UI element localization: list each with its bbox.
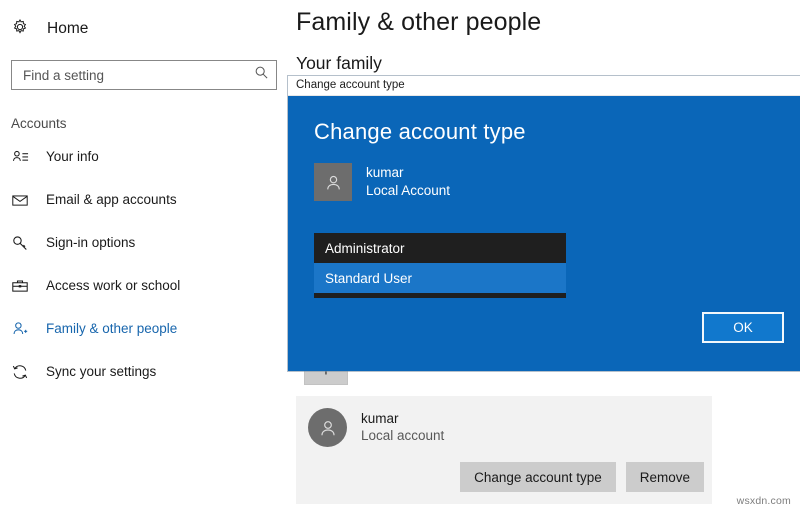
- sidebar-home-label: Home: [47, 20, 88, 38]
- user-card-name: kumar: [361, 411, 444, 427]
- settings-sidebar: Home Accounts Your info: [0, 0, 288, 512]
- sidebar-item-access-work-or-school[interactable]: Access work or school: [0, 269, 288, 303]
- change-account-type-dialog: Change account type Change account type …: [288, 76, 800, 371]
- sidebar-item-your-info[interactable]: Your info: [0, 140, 288, 174]
- remove-account-button[interactable]: Remove: [626, 462, 704, 492]
- sidebar-item-family-other-people[interactable]: Family & other people: [0, 312, 288, 346]
- person-avatar-icon: [308, 408, 347, 447]
- sync-icon: [11, 363, 29, 381]
- briefcase-icon: [11, 277, 29, 295]
- watermark: wsxdn.com: [737, 495, 791, 507]
- page-title: Family & other people: [288, 0, 800, 37]
- user-card-names: kumar Local account: [361, 411, 444, 443]
- key-icon: [11, 234, 29, 252]
- account-type-dropdown[interactable]: Administrator Standard User: [314, 233, 566, 298]
- user-info-icon: [11, 148, 29, 166]
- dropdown-option-administrator[interactable]: Administrator: [314, 233, 566, 263]
- envelope-icon: [11, 191, 29, 209]
- person-avatar-icon: [314, 163, 352, 201]
- dialog-titlebar-text: Change account type: [296, 80, 405, 92]
- dialog-user-account-type: Local Account: [366, 183, 450, 199]
- ok-button[interactable]: OK: [702, 312, 784, 343]
- dialog-titlebar[interactable]: Change account type: [288, 76, 800, 96]
- sidebar-item-label: Your info: [46, 150, 99, 164]
- user-card-actions: Change account type Remove: [460, 462, 704, 492]
- user-card-header: kumar Local account: [296, 396, 712, 447]
- change-account-type-button[interactable]: Change account type: [460, 462, 616, 492]
- dialog-body: Change account type kumar Local Account …: [288, 96, 800, 371]
- add-user-icon: [11, 320, 29, 338]
- dialog-user-names: kumar Local Account: [366, 165, 450, 198]
- user-account-card: kumar Local account Change account type …: [296, 396, 712, 504]
- search-input[interactable]: [23, 61, 254, 89]
- sidebar-item-sign-in-options[interactable]: Sign-in options: [0, 226, 288, 260]
- sidebar-item-label: Sign-in options: [46, 236, 135, 250]
- sidebar-item-email-app-accounts[interactable]: Email & app accounts: [0, 183, 288, 217]
- sidebar-item-label: Sync your settings: [46, 365, 156, 379]
- search-box[interactable]: [11, 60, 277, 90]
- sidebar-item-label: Email & app accounts: [46, 193, 177, 207]
- sidebar-item-sync-your-settings[interactable]: Sync your settings: [0, 355, 288, 389]
- section-title: Your family: [288, 37, 800, 74]
- dropdown-option-standard-user[interactable]: Standard User: [314, 263, 566, 293]
- sidebar-item-home[interactable]: Home: [0, 10, 288, 48]
- gear-icon: [11, 18, 29, 41]
- dialog-user-row: kumar Local Account: [288, 145, 800, 201]
- sidebar-item-label: Access work or school: [46, 279, 180, 293]
- sidebar-item-label: Family & other people: [46, 322, 177, 336]
- dialog-user-name: kumar: [366, 165, 450, 181]
- search-icon[interactable]: [254, 65, 269, 85]
- user-card-account-type: Local account: [361, 428, 444, 444]
- dialog-heading: Change account type: [288, 96, 800, 145]
- sidebar-group-title: Accounts: [0, 116, 288, 131]
